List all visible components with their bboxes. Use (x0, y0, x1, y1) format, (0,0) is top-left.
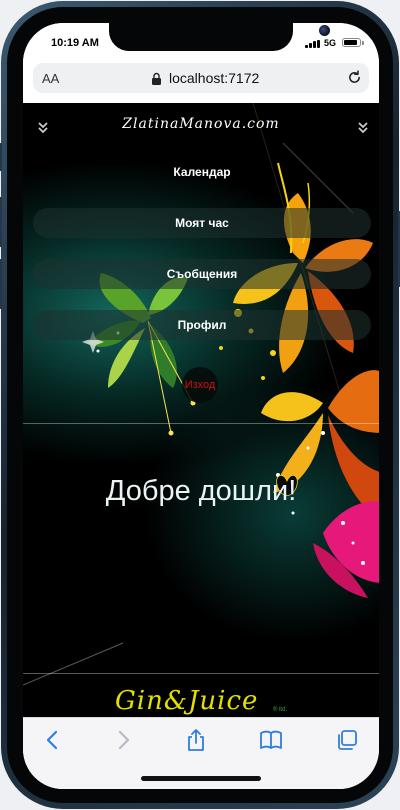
logout-button[interactable]: Изход (182, 367, 218, 403)
nav-item-label: Профил (177, 318, 227, 332)
back-icon[interactable] (41, 728, 65, 752)
notch (109, 23, 330, 51)
lock-icon (152, 72, 161, 85)
divider (23, 673, 379, 674)
share-icon[interactable] (184, 728, 208, 752)
text-size-button[interactable]: AA (42, 71, 59, 86)
nav-item-label: Календар (173, 165, 231, 179)
tabs-icon[interactable] (335, 728, 359, 752)
signal-icon (305, 40, 321, 48)
url-text: localhost:7172 (169, 70, 260, 86)
battery-level (344, 40, 357, 45)
nav-item-calendar[interactable]: Календар (33, 157, 371, 187)
volume-down-button (0, 259, 2, 309)
nav-item-label: Моят час (175, 216, 229, 230)
forward-icon[interactable] (111, 728, 135, 752)
phone-screen: 10:19 AM 5G AA localhost:7172 ZlatinaMan… (23, 23, 379, 789)
site-logo[interactable]: ZlatinaManova.com (23, 116, 379, 132)
flower-illustration (23, 103, 379, 686)
footer-trademark: ® ltd. (273, 707, 288, 713)
logout-label: Изход (184, 379, 216, 391)
status-bar: 10:19 AM 5G (23, 23, 379, 61)
status-time: 10:19 AM (51, 37, 99, 49)
web-content: ZlatinaManova.com Календар Моят час Съоб… (23, 103, 379, 717)
volume-up-button (0, 197, 2, 247)
chevron-double-down-icon[interactable] (357, 121, 369, 135)
url-field[interactable]: AA localhost:7172 (33, 63, 369, 93)
front-camera (319, 25, 330, 36)
network-type: 5G (324, 38, 337, 48)
bookmarks-icon[interactable] (259, 728, 283, 752)
nav-item-my-appointment[interactable]: Моят час (33, 208, 371, 238)
text-size-label: AA (42, 71, 60, 86)
reload-icon[interactable] (346, 69, 363, 86)
home-indicator (141, 776, 261, 781)
battery-icon (342, 38, 361, 47)
footer-logo[interactable]: Gin&Juice (115, 686, 258, 716)
nav-item-messages[interactable]: Съобщения (33, 259, 371, 289)
nav-item-profile[interactable]: Профил (33, 310, 371, 340)
battery-tip (362, 41, 364, 45)
browser-address-bar: AA localhost:7172 (23, 61, 379, 103)
mute-switch (0, 143, 2, 171)
divider (23, 423, 379, 424)
nav-item-label: Съобщения (166, 267, 238, 281)
site-header: ZlatinaManova.com (23, 103, 379, 149)
welcome-heading: Добре дошли! (105, 475, 297, 507)
